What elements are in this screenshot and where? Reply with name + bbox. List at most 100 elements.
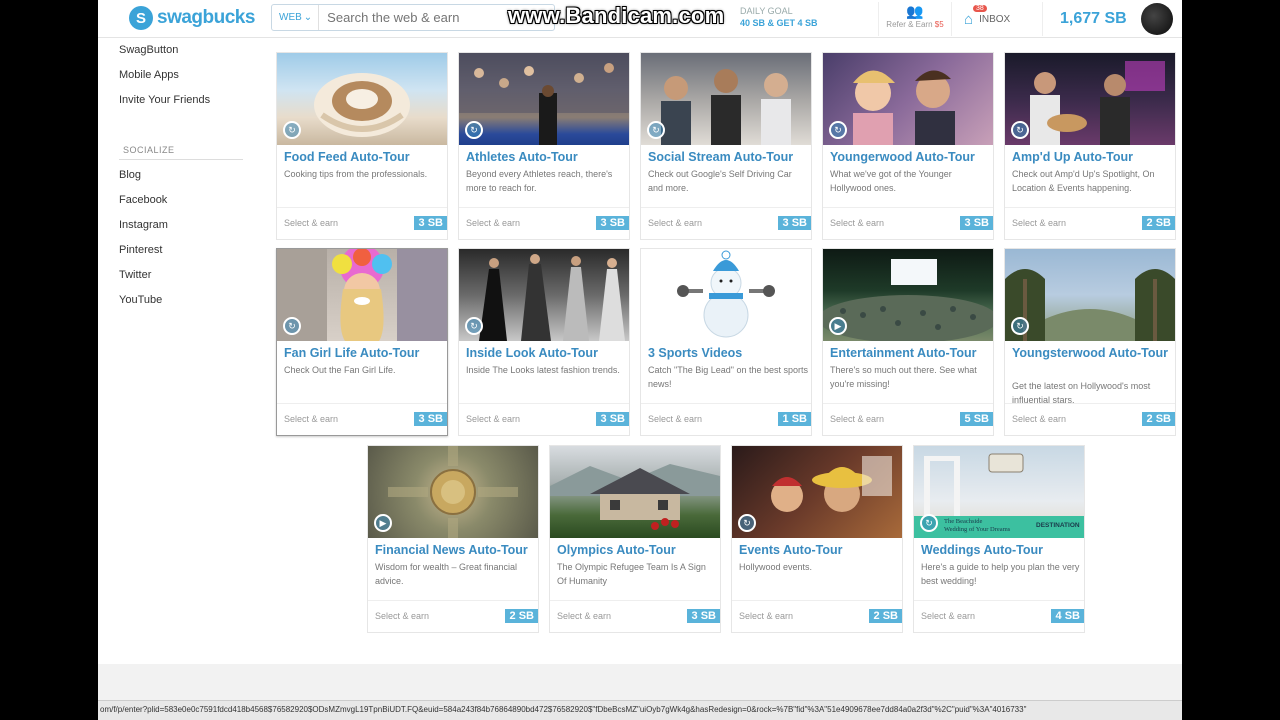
card-thumbnail xyxy=(277,249,447,341)
tour-card[interactable]: ↻ Athletes Auto-Tour Beyond every Athlet… xyxy=(458,52,630,240)
select-earn-label[interactable]: Select & earn xyxy=(557,611,611,621)
tour-card[interactable]: ↻ Youngerwood Auto-Tour What we've got o… xyxy=(822,52,994,240)
card-title[interactable]: Food Feed Auto-Tour xyxy=(284,150,444,165)
top-header: S swagbucks WEB⌄ DAILY GOAL 40 SB & GET … xyxy=(98,0,1182,38)
card-thumbnail xyxy=(550,446,720,538)
tour-card[interactable]: ↻ Food Feed Auto-Tour Cooking tips from … xyxy=(276,52,448,240)
sidebar-link-swagbutton[interactable]: SwagButton xyxy=(119,44,249,69)
select-earn-label[interactable]: Select & earn xyxy=(1012,218,1066,228)
refresh-icon: ↻ xyxy=(738,514,756,532)
sb-reward-badge: 1 SB xyxy=(777,412,811,426)
sidebar-link-facebook[interactable]: Facebook xyxy=(119,194,249,219)
select-earn-label[interactable]: Select & earn xyxy=(648,414,702,424)
card-description: Wisdom for wealth – Great financial advi… xyxy=(375,562,518,586)
tour-card[interactable]: ↻ Youngsterwood Auto-Tour Get the latest… xyxy=(1004,248,1176,436)
sidebar-link-pinterest[interactable]: Pinterest xyxy=(119,244,249,269)
sidebar-link-youtube[interactable]: YouTube xyxy=(119,294,249,319)
tour-card[interactable]: Olympics Auto-Tour The Olympic Refugee T… xyxy=(549,445,721,633)
inbox-count-badge: 38 xyxy=(973,4,987,12)
search-scope-label: WEB xyxy=(279,12,302,23)
card-title[interactable]: Inside Look Auto-Tour xyxy=(466,346,626,361)
card-description: Check out Amp'd Up's Spotlight, On Locat… xyxy=(1012,169,1155,193)
search-scope-dropdown[interactable]: WEB ⌄ xyxy=(272,5,320,30)
wedding-caption-destination: DESTINATION xyxy=(1036,522,1080,529)
wedding-caption-line-1: The Beachside xyxy=(944,518,983,525)
tour-card[interactable]: ▶ Entertainment Auto-Tour There's so muc… xyxy=(822,248,994,436)
card-title[interactable]: Fan Girl Life Auto-Tour xyxy=(284,346,444,361)
card-description: What we've got of the Younger Hollywood … xyxy=(830,169,952,193)
tour-card[interactable]: ↻ Inside Look Auto-Tour Inside The Looks… xyxy=(458,248,630,436)
inbox-label: INBOX xyxy=(979,13,1011,25)
sb-reward-badge: 3 SB xyxy=(686,609,720,623)
sidebar-link-mobile-apps[interactable]: Mobile Apps xyxy=(119,69,249,94)
sb-reward-badge: 2 SB xyxy=(868,609,902,623)
daily-goal[interactable]: DAILY GOAL 40 SB & GET 4 SB xyxy=(740,5,818,29)
tour-card[interactable]: ↻ Social Stream Auto-Tour Check out Goog… xyxy=(640,52,812,240)
swagbucks-logo[interactable]: S swagbucks xyxy=(129,4,255,32)
card-title[interactable]: Events Auto-Tour xyxy=(739,543,899,558)
select-earn-label[interactable]: Select & earn xyxy=(466,414,520,424)
card-title[interactable]: Youngerwood Auto-Tour xyxy=(830,150,990,165)
select-earn-label[interactable]: Select & earn xyxy=(648,218,702,228)
card-title[interactable]: Weddings Auto-Tour xyxy=(921,543,1081,558)
tour-card[interactable]: ↻ Amp'd Up Auto-Tour Check out Amp'd Up'… xyxy=(1004,52,1176,240)
select-earn-label[interactable]: Select & earn xyxy=(830,414,884,424)
tour-card[interactable]: ▶ Financial News Auto-Tour Wisdom for we… xyxy=(367,445,539,633)
play-icon: ▶ xyxy=(829,317,847,335)
balance-area[interactable]: 1,677 SB xyxy=(1042,2,1173,36)
card-thumbnail xyxy=(459,53,629,145)
search-input[interactable] xyxy=(319,10,540,25)
refresh-icon: ↻ xyxy=(283,121,301,139)
wedding-image-caption: The Beachside Wedding of Your Dreams xyxy=(944,518,1010,534)
refresh-icon: ↻ xyxy=(465,121,483,139)
select-earn-label[interactable]: Select & earn xyxy=(830,218,884,228)
tour-card[interactable]: 3 Sports Videos Catch "The Big Lead" on … xyxy=(640,248,812,436)
sidebar-link-instagram[interactable]: Instagram xyxy=(119,219,249,244)
tour-card[interactable]: ↻ Events Auto-Tour Hollywood events. Sel… xyxy=(731,445,903,633)
logo-text: swagbucks xyxy=(157,7,255,28)
sb-reward-badge: 5 SB xyxy=(959,412,993,426)
card-footer: Select & earn 2 SB xyxy=(1005,403,1175,435)
select-earn-label[interactable]: Select & earn xyxy=(1012,414,1066,424)
avatar[interactable] xyxy=(1140,3,1173,35)
card-thumbnail xyxy=(368,446,538,538)
sidebar: SwagButton Mobile Apps Invite Your Frien… xyxy=(119,44,249,319)
card-description: Catch "The Big Lead" on the best sports … xyxy=(648,365,808,389)
users-icon: 👥 xyxy=(906,3,924,19)
select-earn-label[interactable]: Select & earn xyxy=(921,611,975,621)
card-description: Inside The Looks latest fashion trends. xyxy=(466,365,620,375)
card-description: Check out Google's Self Driving Car and … xyxy=(648,169,792,193)
select-earn-label[interactable]: Select & earn xyxy=(284,414,338,424)
sidebar-link-invite-friends[interactable]: Invite Your Friends xyxy=(119,94,249,119)
sb-reward-badge: 3 SB xyxy=(595,412,629,426)
select-earn-label[interactable]: Select & earn xyxy=(284,218,338,228)
card-title[interactable]: 3 Sports Videos xyxy=(648,346,808,361)
select-earn-label[interactable]: Select & earn xyxy=(739,611,793,621)
wedding-caption-line-2: Wedding of Your Dreams xyxy=(944,526,1011,533)
card-title[interactable]: Youngsterwood Auto-Tour xyxy=(1012,346,1172,361)
card-thumbnail xyxy=(277,53,447,145)
tour-card[interactable]: ↻ Fan Girl Life Auto-Tour Check Out the … xyxy=(276,248,448,436)
card-title[interactable]: Entertainment Auto-Tour xyxy=(830,346,990,361)
select-earn-label[interactable]: Select & earn xyxy=(466,218,520,228)
tour-card[interactable]: The Beachside Wedding of Your Dreams DES… xyxy=(913,445,1085,633)
refresh-icon: ↻ xyxy=(920,514,938,532)
swagbucks-logo-icon: S xyxy=(129,6,153,30)
card-title[interactable]: Social Stream Auto-Tour xyxy=(648,150,808,165)
card-title[interactable]: Amp'd Up Auto-Tour xyxy=(1012,150,1172,165)
card-title[interactable]: Financial News Auto-Tour xyxy=(375,543,535,558)
refer-amount: $5 xyxy=(934,20,944,29)
card-description: Hollywood events. xyxy=(739,562,813,572)
card-description: Here's a guide to help you plan the very… xyxy=(921,562,1080,586)
select-earn-label[interactable]: Select & earn xyxy=(375,611,429,621)
inbox-button[interactable]: ⌂ 38 INBOX xyxy=(964,4,1044,34)
card-thumbnail xyxy=(823,249,993,341)
sb-reward-badge: 2 SB xyxy=(1141,216,1175,230)
sidebar-link-twitter[interactable]: Twitter xyxy=(119,269,249,294)
card-title[interactable]: Olympics Auto-Tour xyxy=(557,543,717,558)
refer-earn-button[interactable]: 👥 Refer & Earn $5 xyxy=(878,2,952,36)
sidebar-link-blog[interactable]: Blog xyxy=(119,169,249,194)
card-title[interactable]: Athletes Auto-Tour xyxy=(466,150,626,165)
chevron-down-icon: ⌄ xyxy=(303,12,313,23)
refresh-icon: ↻ xyxy=(465,317,483,335)
